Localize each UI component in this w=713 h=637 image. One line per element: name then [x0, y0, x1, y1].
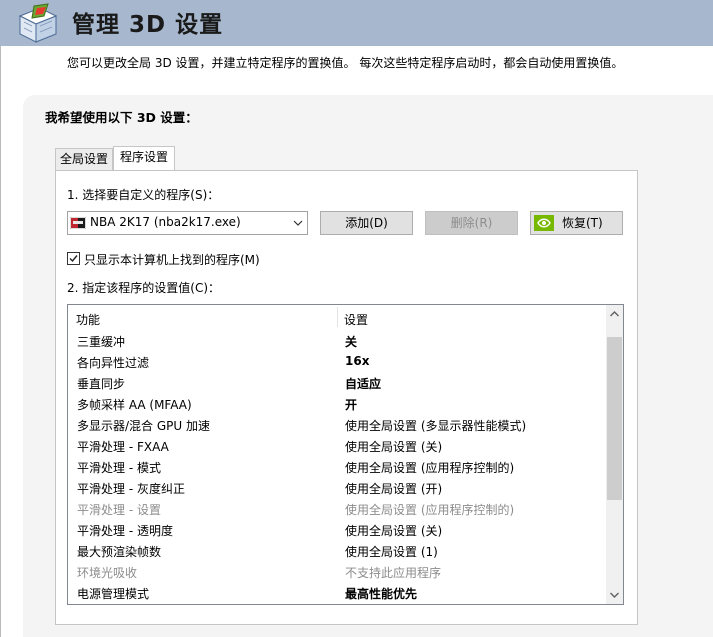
table-row[interactable]: 多显示器/混合 GPU 加速 使用全局设置 (多显示器性能模式): [68, 414, 605, 435]
settings-list[interactable]: 功能 设置 三重缓冲关各向异性过滤 16x 垂直同步 自适应 多帧采样 AA (MFAA…: [67, 304, 624, 605]
scrollbar-thumb[interactable]: [607, 337, 622, 500]
feature-cell: 平滑处理 - 模式: [77, 461, 161, 475]
setting-value-cell[interactable]: 关: [345, 333, 357, 350]
setting-value-cell[interactable]: 使用全局设置 (应用程序控制的): [345, 501, 514, 518]
restore-button-label: 恢复(T): [562, 216, 603, 230]
show-local-programs-label[interactable]: 只显示本计算机上找到的程序(M): [84, 251, 260, 268]
nvidia-3d-cube-icon: [18, 3, 58, 43]
setting-value-cell[interactable]: 使用全局设置 (1): [345, 543, 438, 560]
column-header-feature[interactable]: 功能: [76, 311, 100, 328]
column-header-setting[interactable]: 设置: [344, 311, 368, 328]
settings-list-header: 功能 设置: [68, 305, 605, 329]
setting-value-cell[interactable]: 使用全局设置 (开): [345, 480, 442, 497]
table-row[interactable]: 平滑处理 - 灰度纠正 使用全局设置 (开): [68, 477, 605, 498]
program-select-value: NBA 2K17 (nba2k17.exe): [90, 215, 241, 229]
scroll-up-arrow-icon[interactable]: [609, 310, 620, 318]
feature-cell: 平滑处理 - FXAA: [77, 440, 169, 454]
specify-settings-label: 2. 指定该程序的设置值(C)：: [67, 281, 221, 295]
table-row[interactable]: 平滑处理 - 模式 使用全局设置 (应用程序控制的): [68, 456, 605, 477]
vertical-scrollbar[interactable]: [606, 305, 623, 604]
page-header: 管理 3D 设置: [0, 0, 713, 46]
table-row[interactable]: 平滑处理 - FXAA 使用全局设置 (关): [68, 435, 605, 456]
page-description: 您可以更改全局 3D 设置，并建立特定程序的置换值。 每次这些特定程序启动时，都…: [67, 56, 624, 70]
feature-cell: 多显示器/混合 GPU 加速: [77, 419, 210, 433]
feature-cell: 三重缓冲: [77, 335, 126, 349]
table-row[interactable]: 平滑处理 - 透明度 使用全局设置 (关): [68, 519, 605, 540]
setting-value-cell[interactable]: 使用全局设置 (多显示器性能模式): [345, 417, 526, 434]
add-program-button[interactable]: 添加(D): [320, 211, 413, 235]
feature-cell: 平滑处理 - 透明度: [77, 524, 173, 538]
page-title: 管理 3D 设置: [72, 12, 224, 38]
setting-value-cell[interactable]: 不支持此应用程序: [345, 564, 441, 581]
table-row[interactable]: 环境光吸收 不支持此应用程序: [68, 561, 605, 582]
settings-rows: 三重缓冲关各向异性过滤 16x 垂直同步 自适应 多帧采样 AA (MFAA) 开多显示器…: [68, 330, 605, 603]
setting-value-cell[interactable]: 开: [345, 396, 357, 413]
scroll-down-arrow-icon[interactable]: [609, 591, 620, 599]
nvidia-logo-icon: [534, 215, 554, 231]
feature-cell: 各向异性过滤: [77, 356, 150, 370]
tab-program-settings[interactable]: 程序设置: [113, 146, 175, 171]
program-select[interactable]: NBA 2K17 (nba2k17.exe): [67, 211, 308, 235]
table-row[interactable]: 垂直同步 自适应: [68, 372, 605, 393]
table-row[interactable]: 三重缓冲 关: [68, 330, 605, 351]
remove-program-button[interactable]: 删除(R): [425, 211, 518, 235]
feature-cell: 平滑处理 - 灰度纠正: [77, 482, 185, 496]
setting-value-cell[interactable]: 使用全局设置 (应用程序控制的): [345, 459, 514, 476]
nba2k17-app-icon: [70, 217, 86, 229]
chevron-down-icon: [293, 220, 303, 226]
table-row[interactable]: 电源管理模式 最高性能优先: [68, 582, 605, 603]
setting-value-cell[interactable]: 自适应: [345, 375, 381, 392]
feature-cell: 最大预渲染帧数: [77, 545, 162, 559]
feature-cell: 平滑处理 - 设置: [77, 503, 161, 517]
show-local-programs-checkbox[interactable]: [67, 252, 80, 265]
table-row[interactable]: 各向异性过滤 16x: [68, 351, 605, 372]
tab-global-settings[interactable]: 全局设置: [55, 148, 113, 170]
feature-cell: 电源管理模式: [77, 587, 150, 601]
table-row[interactable]: 平滑处理 - 设置 使用全局设置 (应用程序控制的): [68, 498, 605, 519]
select-program-label: 1. 选择要自定义的程序(S)：: [67, 188, 220, 202]
feature-cell: 多帧采样 AA (MFAA): [77, 398, 192, 412]
setting-value-cell[interactable]: 最高性能优先: [345, 585, 417, 602]
feature-cell: 垂直同步: [77, 377, 126, 391]
checkmark-icon: [69, 255, 78, 263]
panel-title: 我希望使用以下 3D 设置：: [45, 110, 198, 125]
setting-value-cell[interactable]: 使用全局设置 (关): [345, 522, 442, 539]
table-row[interactable]: 多帧采样 AA (MFAA) 开: [68, 393, 605, 414]
table-row[interactable]: 最大预渲染帧数 使用全局设置 (1): [68, 540, 605, 561]
setting-value-cell[interactable]: 使用全局设置 (关): [345, 438, 442, 455]
setting-value-cell[interactable]: 16x: [345, 354, 369, 368]
left-divider: [0, 46, 1, 637]
restore-button[interactable]: 恢复(T): [530, 211, 623, 235]
feature-cell: 环境光吸收: [77, 566, 138, 580]
column-separator[interactable]: [337, 307, 338, 327]
